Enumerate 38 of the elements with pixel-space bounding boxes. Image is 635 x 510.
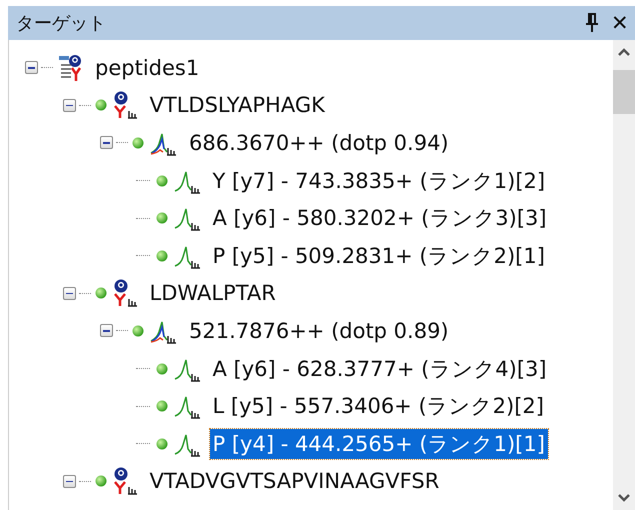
status-dot-icon xyxy=(94,475,106,488)
status-dot-icon xyxy=(94,99,106,112)
status-dot-icon xyxy=(156,174,168,187)
tree-item-label[interactable]: A [y6] - 628.3777+ (ランク4)[3] xyxy=(210,354,550,384)
document-icon xyxy=(57,54,83,82)
status-dot-icon xyxy=(156,250,168,262)
status-dot-icon xyxy=(156,400,168,412)
collapse-button[interactable] xyxy=(62,474,76,488)
tree-item-label[interactable]: LDWALPTAR xyxy=(146,280,279,306)
tree-item-label[interactable]: peptides1 xyxy=(92,54,202,81)
status-dot-icon xyxy=(94,287,106,300)
collapse-button[interactable] xyxy=(25,61,38,74)
peptide-icon xyxy=(112,91,138,120)
peptide-icon xyxy=(112,467,138,496)
peptide-icon xyxy=(112,279,138,308)
scrollbar[interactable] xyxy=(613,40,635,510)
tree-item-label[interactable]: P [y5] - 509.2831+ (ランク2)[1] xyxy=(210,240,548,271)
scrollbar-thumb[interactable] xyxy=(613,70,635,114)
status-dot-icon xyxy=(156,362,168,375)
collapse-button[interactable] xyxy=(100,136,113,150)
tree-item-label[interactable]: L [y5] - 557.3406+ (ランク2)[2] xyxy=(210,391,547,422)
tree-item-label[interactable]: 686.3670++ (dotp 0.94) xyxy=(186,130,452,156)
collapse-button[interactable] xyxy=(62,98,76,112)
status-dot-icon xyxy=(156,212,168,224)
panel-title: ターゲット xyxy=(16,12,107,35)
pin-icon[interactable] xyxy=(585,13,599,33)
tree-item-label[interactable]: VTADVGVTSAPVINAAGVFSR xyxy=(146,468,442,494)
collapse-button[interactable] xyxy=(62,286,76,300)
close-button[interactable]: ✕ xyxy=(611,12,629,34)
tree-item-label[interactable]: VTLDSLYAPHAGK xyxy=(146,92,328,118)
status-dot-icon xyxy=(156,438,168,450)
status-dot-icon xyxy=(132,136,144,149)
tree-item-label[interactable]: P [y4] - 444.2565+ (ランク1)[1] xyxy=(210,428,548,459)
collapse-button[interactable] xyxy=(100,324,113,338)
tree-item-label[interactable]: 521.7876++ (dotp 0.89) xyxy=(186,318,452,344)
tree-item-label[interactable]: Y [y7] - 743.3835+ (ランク1)[2] xyxy=(210,166,548,196)
status-dot-icon xyxy=(132,324,144,337)
tree-item-label[interactable]: A [y6] - 580.3202+ (ランク3)[3] xyxy=(210,203,550,234)
